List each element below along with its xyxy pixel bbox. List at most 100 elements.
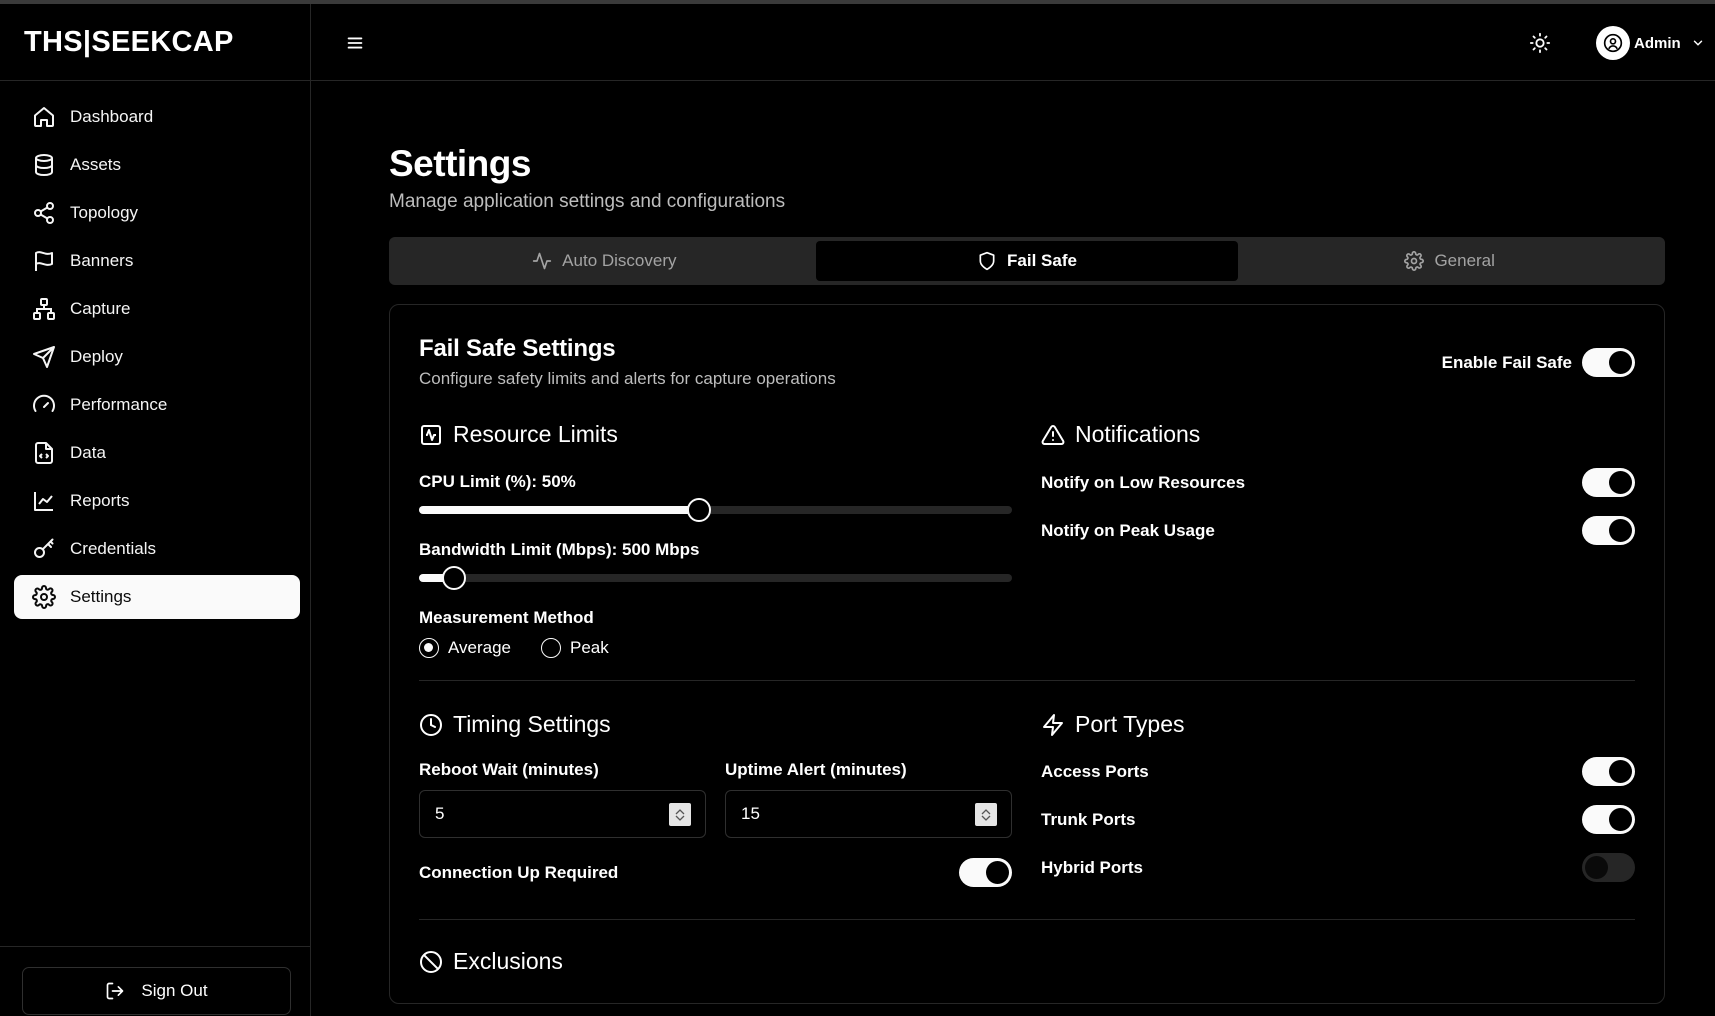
- radio-average[interactable]: Average: [419, 638, 511, 658]
- notify-label: Notify on Peak Usage: [1041, 520, 1215, 540]
- port-label: Access Ports: [1041, 761, 1149, 781]
- radio-circle: [419, 638, 439, 658]
- slider-thumb[interactable]: [441, 566, 466, 590]
- sidebar-item-assets[interactable]: Assets: [14, 143, 300, 187]
- sidebar-item-label: Dashboard: [70, 107, 154, 126]
- notifications-heading: Notifications: [1041, 421, 1635, 448]
- page-title: Settings: [389, 143, 531, 184]
- user-name: Admin: [1634, 34, 1681, 52]
- enable-fail-safe-label: Enable Fail Safe: [1441, 352, 1572, 372]
- reboot-wait-field: Reboot Wait (minutes) 5: [419, 760, 706, 838]
- database-icon: [35, 154, 53, 177]
- measurement-method-group: Average Peak: [419, 638, 1012, 658]
- radio-label: Peak: [570, 638, 609, 657]
- reboot-wait-label: Reboot Wait (minutes): [419, 760, 599, 779]
- sidebar-item-capture[interactable]: Capture: [14, 287, 300, 331]
- port-label: Trunk Ports: [1041, 809, 1136, 829]
- chevron-down-icon: [981, 815, 991, 821]
- access-ports-toggle[interactable]: [1582, 757, 1635, 786]
- slider-fill: [419, 506, 699, 514]
- notify-low-resources-row: Notify on Low Resources: [1041, 468, 1635, 497]
- menu-toggle-button[interactable]: [344, 32, 366, 54]
- shield-icon: [979, 251, 995, 271]
- slider-thumb[interactable]: [686, 498, 711, 522]
- toggle-knob: [1609, 760, 1632, 783]
- connection-up-toggle[interactable]: [959, 858, 1012, 887]
- toggle-knob: [1585, 856, 1608, 879]
- cpu-limit-slider[interactable]: [419, 498, 1012, 522]
- tab-label: General: [1434, 251, 1495, 270]
- sidebar-item-topology[interactable]: Topology: [14, 191, 300, 235]
- radio-circle: [541, 638, 562, 658]
- cpu-limit-label: CPU Limit (%): 50%: [419, 472, 576, 491]
- timing-row: Timing Settings Reboot Wait (minutes) 5: [419, 711, 1635, 887]
- port-types-heading: Port Types: [1041, 711, 1635, 738]
- sidebar-item-banners[interactable]: Banners: [14, 239, 300, 283]
- sidebar-item-label: Settings: [70, 587, 132, 606]
- toggle-knob: [986, 861, 1009, 884]
- sidebar-item-settings[interactable]: Settings: [14, 575, 300, 619]
- sidebar-item-performance[interactable]: Performance: [14, 383, 300, 427]
- sidebar-item-label: Deploy: [70, 347, 123, 366]
- sidebar-item-dashboard[interactable]: Dashboard: [14, 95, 300, 139]
- theme-toggle-button[interactable]: [1529, 32, 1551, 54]
- gear-icon: [32, 585, 56, 609]
- sidebar-item-deploy[interactable]: Deploy: [14, 335, 300, 379]
- sidebar-item-label: Reports: [70, 491, 130, 510]
- chevron-up-icon: [675, 808, 685, 814]
- uptime-alert-input[interactable]: 15: [725, 790, 1012, 838]
- bandwidth-limit-slider[interactable]: [419, 566, 1012, 590]
- connection-up-label: Connection Up Required: [419, 862, 619, 882]
- sign-out-button[interactable]: Sign Out: [22, 967, 291, 1015]
- section-title-text: Port Types: [1075, 711, 1185, 737]
- limits-row: Resource Limits CPU Limit (%): 50% Bandw…: [419, 421, 1635, 658]
- radio-peak[interactable]: Peak: [541, 638, 609, 658]
- gauge-icon: [33, 394, 55, 412]
- sidebar-item-reports[interactable]: Reports: [14, 479, 300, 523]
- sign-out-label: Sign Out: [141, 981, 208, 1000]
- section-title-text: Resource Limits: [453, 421, 618, 447]
- fail-safe-card: Fail Safe Settings Configure safety limi…: [389, 304, 1665, 1004]
- reboot-wait-input[interactable]: 5: [419, 790, 706, 838]
- input-value: 15: [741, 804, 760, 823]
- sidebar-item-label: Topology: [70, 203, 139, 222]
- tab-general[interactable]: General: [1238, 241, 1661, 281]
- share-icon: [34, 202, 54, 224]
- hybrid-ports-toggle[interactable]: [1582, 853, 1635, 882]
- sidebar-item-credentials[interactable]: Credentials: [14, 527, 300, 571]
- timing-heading: Timing Settings: [419, 711, 1012, 738]
- notify-peak-usage-row: Notify on Peak Usage: [1041, 516, 1635, 545]
- trunk-ports-row: Trunk Ports: [1041, 805, 1635, 834]
- sidebar-item-data[interactable]: Data: [14, 431, 300, 475]
- clock-icon: [420, 713, 442, 736]
- card-header: Fail Safe Settings Configure safety limi…: [419, 335, 1635, 391]
- tab-auto-discovery[interactable]: Auto Discovery: [393, 241, 816, 281]
- sidebar-item-label: Capture: [70, 299, 131, 318]
- notify-low-resources-toggle[interactable]: [1582, 468, 1635, 497]
- notify-peak-usage-toggle[interactable]: [1582, 516, 1635, 545]
- number-stepper[interactable]: [975, 803, 997, 826]
- main-content: Settings Manage application settings and…: [389, 81, 1665, 1004]
- resource-limits-section: Resource Limits CPU Limit (%): 50% Bandw…: [419, 421, 1012, 658]
- file-code-icon: [35, 442, 53, 464]
- number-stepper[interactable]: [669, 803, 691, 826]
- user-menu[interactable]: Admin: [1596, 25, 1705, 61]
- enable-fail-safe-control: Enable Fail Safe: [1442, 348, 1635, 377]
- sidebar-item-label: Credentials: [70, 539, 156, 558]
- connection-up-row: Connection Up Required: [419, 858, 1012, 887]
- sidebar-item-label: Data: [70, 443, 106, 462]
- hamburger-icon: [347, 37, 363, 49]
- trunk-ports-toggle[interactable]: [1582, 805, 1635, 834]
- page-subtitle: Manage application settings and configur…: [389, 191, 786, 212]
- hybrid-ports-row: Hybrid Ports: [1041, 853, 1635, 882]
- enable-fail-safe-toggle[interactable]: [1582, 348, 1635, 377]
- home-icon: [34, 107, 54, 127]
- tab-fail-safe[interactable]: Fail Safe: [815, 241, 1239, 281]
- chevron-down-icon: [1693, 40, 1702, 46]
- network-icon: [33, 298, 55, 320]
- settings-tabs: Auto Discovery Fail Safe General: [389, 237, 1665, 285]
- access-ports-row: Access Ports: [1041, 757, 1635, 786]
- radio-label: Average: [448, 638, 512, 657]
- sidebar-item-label: Performance: [70, 395, 168, 414]
- section-title-text: Notifications: [1075, 421, 1201, 447]
